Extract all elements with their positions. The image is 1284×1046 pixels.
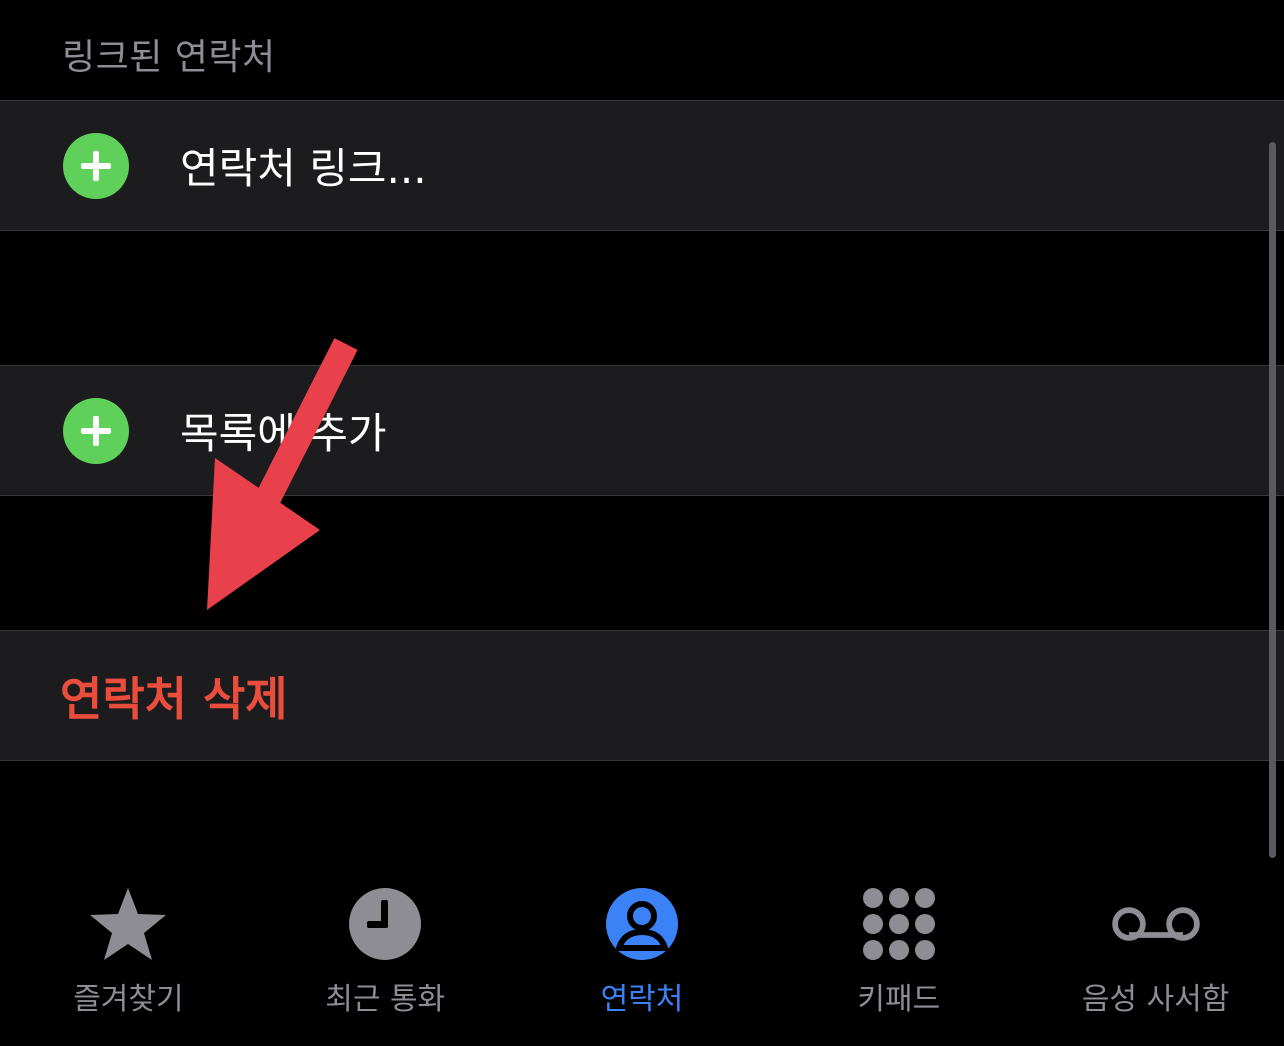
tab-bar: 즐겨찾기 최근 통화 연락처 키패드 음성 사서함: [0, 870, 1284, 1046]
plus-circle-icon[interactable]: [63, 397, 129, 464]
person-circle-icon: [597, 884, 687, 964]
delete-contact-label: 연락처 삭제: [60, 671, 288, 726]
voicemail-icon: [1111, 884, 1201, 964]
tab-recents[interactable]: 최근 통화: [257, 870, 514, 1046]
delete-contact-row[interactable]: 연락처 삭제: [0, 630, 1284, 761]
tab-contacts-label: 연락처: [600, 982, 684, 1017]
tab-contacts[interactable]: 연락처: [514, 870, 771, 1046]
clock-icon: [340, 884, 430, 964]
tab-voicemail-label: 음성 사서함: [1081, 982, 1230, 1017]
scrollbar[interactable]: [1269, 142, 1276, 858]
add-to-list-label: 목록에 추가: [180, 409, 387, 458]
section-header-linked-contacts: 링크된 연락처: [62, 37, 276, 78]
plus-circle-icon[interactable]: [63, 132, 129, 199]
tab-recents-label: 최근 통화: [325, 982, 446, 1017]
star-icon: [83, 884, 173, 964]
link-contact-row[interactable]: 연락처 링크...: [0, 100, 1284, 231]
link-contact-label: 연락처 링크...: [180, 144, 427, 193]
tab-voicemail[interactable]: 음성 사서함: [1027, 870, 1284, 1046]
tab-keypad-label: 키패드: [857, 982, 941, 1017]
tab-favorites[interactable]: 즐겨찾기: [0, 870, 257, 1046]
tab-keypad[interactable]: 키패드: [770, 870, 1027, 1046]
tab-favorites-label: 즐겨찾기: [73, 982, 184, 1017]
keypad-grid-icon: [854, 884, 944, 964]
add-to-list-row[interactable]: 목록에 추가: [0, 365, 1284, 496]
